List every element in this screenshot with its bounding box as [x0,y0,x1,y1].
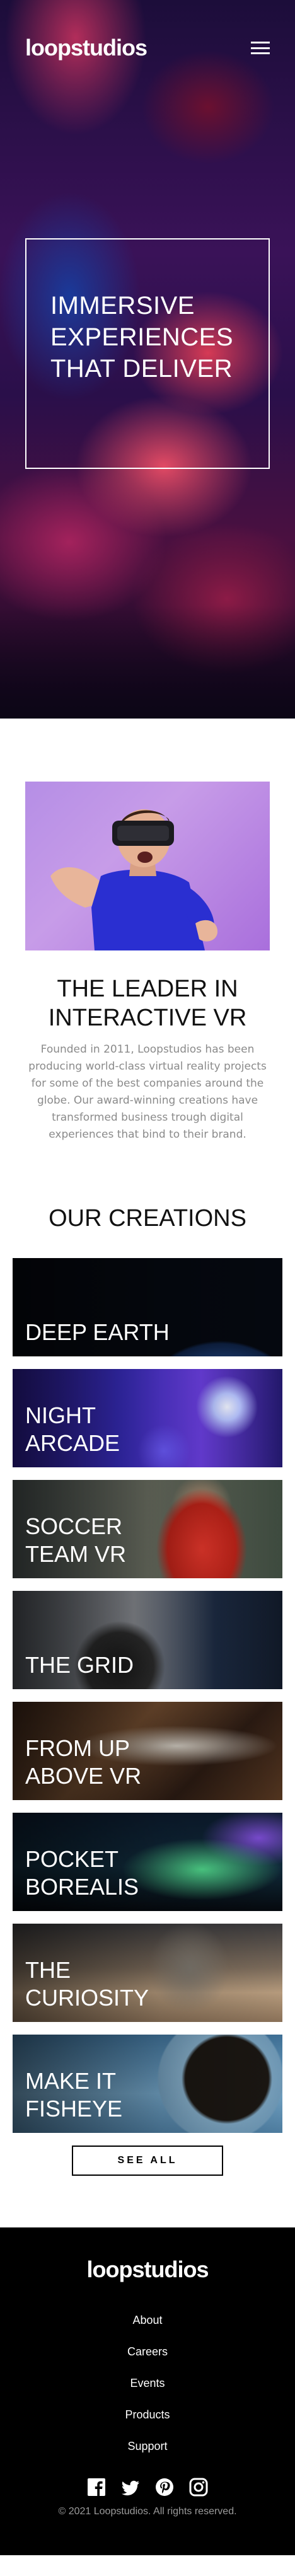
see-all-button[interactable]: SEE ALL [72,2146,223,2176]
creation-card-label: Deep earth [25,1319,170,1345]
header-logo[interactable]: loopstudios [25,35,148,61]
about-section: The leader in interactive VR Founded in … [0,719,295,1143]
creations-section: Our creations Deep earth Night arcade So… [0,1143,295,2176]
creation-card-the-grid[interactable]: The grid [13,1591,282,1689]
about-text: Founded in 2011, Loopstudios has been pr… [28,1043,267,1141]
instagram-icon[interactable] [188,2477,209,2497]
creation-card-from-up-above-vr[interactable]: From up above VR [13,1702,282,1800]
facebook-icon[interactable] [86,2477,107,2497]
creation-card-night-arcade[interactable]: Night arcade [13,1369,282,1467]
creation-card-make-it-fisheye[interactable]: Make it fisheye [13,2035,282,2133]
creation-card-the-curiosity[interactable]: The curiosity [13,1924,282,2022]
footer-link-events[interactable]: Events [0,2367,295,2399]
creation-card-pocket-borealis[interactable]: Pocket borealis [13,1813,282,1911]
hamburger-menu-icon[interactable] [251,42,270,54]
creation-card-label: The curiosity [25,1957,149,2011]
top-bar: loopstudios [25,35,270,61]
creation-card-label: From up above VR [25,1735,142,1789]
creation-card-label: Make it fisheye [25,2068,123,2122]
creations-title: Our creations [49,1205,246,1232]
footer-link-about[interactable]: About [0,2304,295,2336]
footer: loopstudios About Careers Events Product… [0,2227,295,2555]
footer-logo[interactable]: loopstudios [0,2256,295,2283]
hero-title: Immersive experiences that deliver [50,292,234,383]
creation-card-label: Pocket borealis [25,1846,139,1900]
creation-card-soccer-team-vr[interactable]: Soccer team VR [13,1480,282,1578]
vr-person-image [25,782,270,950]
footer-link-support[interactable]: Support [0,2430,295,2462]
creation-card-label: Night arcade [25,1402,120,1456]
hero-section: loopstudios Immersive experiences that d… [0,0,295,719]
social-links [0,2477,295,2497]
hero-box: Immersive experiences that deliver [25,238,270,469]
twitter-icon[interactable] [120,2477,141,2497]
footer-nav: About Careers Events Products Support [0,2304,295,2462]
footer-link-careers[interactable]: Careers [0,2336,295,2367]
about-title: The leader in interactive VR [48,976,247,1031]
creation-card-label: Soccer team VR [25,1513,127,1567]
pinterest-icon[interactable] [154,2477,175,2497]
creation-card-deep-earth[interactable]: Deep earth [13,1258,282,1356]
copyright-text: © 2021 Loopstudios. All rights reserved. [58,2506,237,2517]
creation-card-label: The grid [25,1652,134,1678]
footer-link-products[interactable]: Products [0,2399,295,2430]
